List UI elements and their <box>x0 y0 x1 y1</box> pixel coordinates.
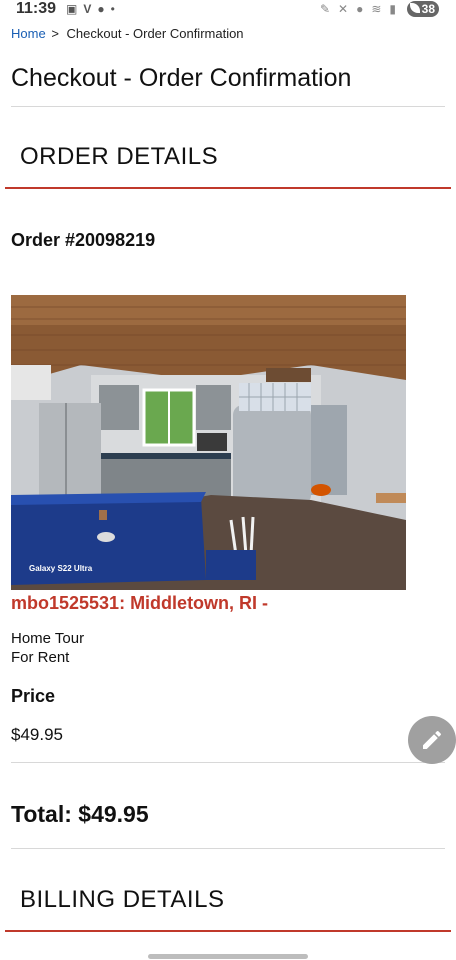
price-value: $49.95 <box>11 725 63 744</box>
pencil-icon: ✎ <box>319 2 331 16</box>
order-details-heading: ORDER DETAILS <box>20 143 219 170</box>
product-line-2: For Rent <box>11 649 70 666</box>
breadcrumb: Home > Checkout - Order Confirmation <box>11 26 244 41</box>
price-label: Price <box>11 686 56 706</box>
product-image[interactable]: Galaxy S22 Ultra <box>11 295 406 590</box>
order-number: Order #20098219 <box>11 230 156 250</box>
breadcrumb-home-link[interactable]: Home <box>11 26 46 41</box>
location-icon: ● <box>356 2 364 16</box>
mute-icon: ✕ <box>338 2 349 16</box>
leaf-icon <box>410 3 420 13</box>
billing-details-heading: BILLING DETAILS <box>20 886 225 913</box>
image-watermark: Galaxy S22 Ultra <box>29 564 93 573</box>
total-divider <box>11 848 445 849</box>
status-bar: 11:39 ▣ V ● • ✎ ✕ ● ≋ ▮ 38 <box>0 0 456 18</box>
order-total: Total: $49.95 <box>11 801 149 827</box>
edit-fab-button[interactable] <box>408 716 456 764</box>
page-title: Checkout - Order Confirmation <box>11 64 352 92</box>
v-icon: V <box>83 2 92 16</box>
dot-icon: • <box>110 2 115 16</box>
title-divider <box>11 106 445 107</box>
breadcrumb-current: Checkout - Order Confirmation <box>66 26 244 41</box>
product-title[interactable]: mbo1525531: Middletown, RI - <box>11 593 268 614</box>
battery-indicator: 38 <box>407 1 439 17</box>
video-icon: ▣ <box>66 2 78 16</box>
status-left-icons: ▣ V ● • <box>66 2 115 16</box>
breadcrumb-separator: > <box>51 26 59 41</box>
pencil-icon <box>423 730 442 749</box>
status-time: 11:39 <box>16 0 57 17</box>
order-details-divider <box>5 187 451 189</box>
battery-level: 38 <box>421 2 435 16</box>
signal-icon: ▮ <box>389 2 396 16</box>
message-icon: ● <box>97 2 105 16</box>
kitchen-photo: Galaxy S22 Ultra <box>11 295 406 590</box>
status-right-icons: ✎ ✕ ● ≋ ▮ <box>320 2 396 16</box>
navigation-handle[interactable] <box>148 954 308 959</box>
price-divider <box>11 762 445 763</box>
wifi-icon: ≋ <box>371 2 382 16</box>
product-line-1: Home Tour <box>11 630 85 647</box>
billing-details-divider <box>5 930 451 932</box>
